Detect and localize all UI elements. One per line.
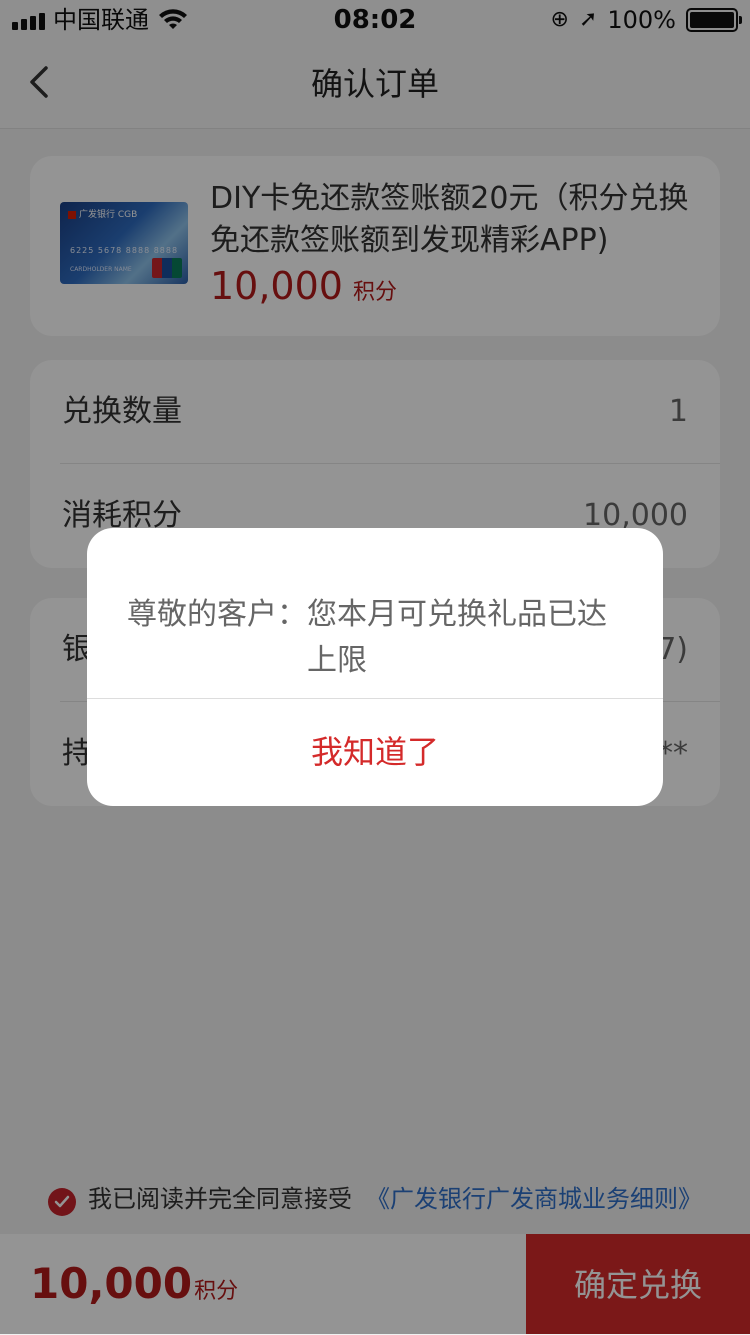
dialog-ok-button[interactable]: 我知道了 bbox=[87, 699, 663, 806]
modal-overlay[interactable]: 尊敬的客户： 您本月可兑换礼品已达上限 我知道了 bbox=[0, 0, 750, 1334]
dialog-message-prefix: 尊敬的客户： bbox=[127, 597, 307, 632]
alert-dialog: 尊敬的客户： 您本月可兑换礼品已达上限 我知道了 bbox=[87, 528, 663, 806]
dialog-message-body: 您本月可兑换礼品已达上限 bbox=[307, 597, 607, 678]
dialog-message: 尊敬的客户： 您本月可兑换礼品已达上限 bbox=[127, 592, 623, 684]
